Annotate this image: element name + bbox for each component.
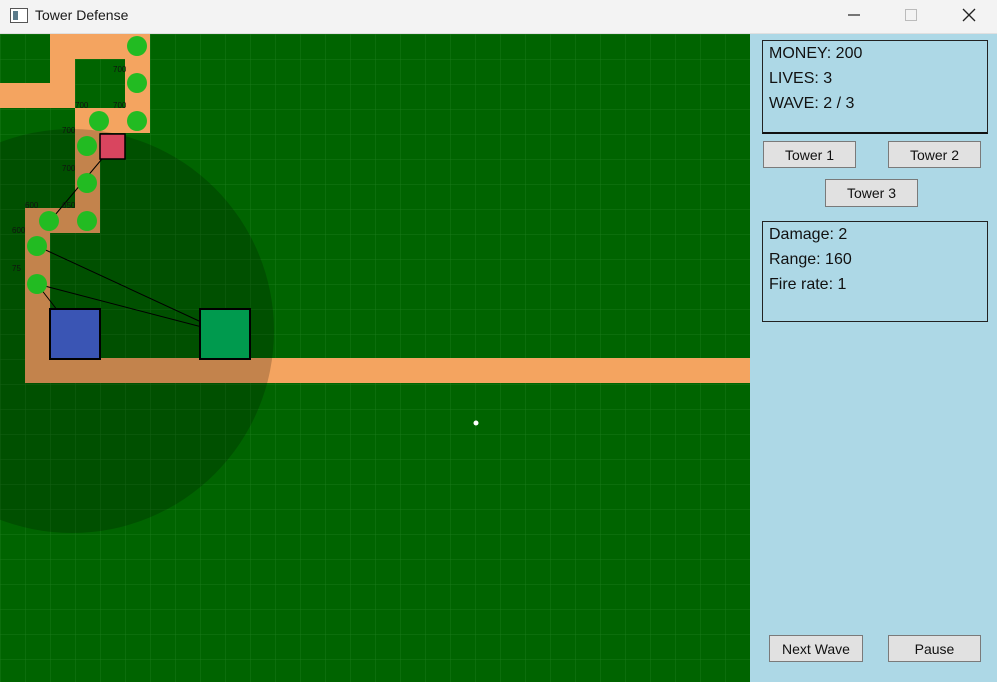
tower-red[interactable] xyxy=(99,133,126,160)
hp-label: 700 xyxy=(62,126,76,135)
enemy xyxy=(39,211,59,231)
enemy xyxy=(77,211,97,231)
hp-label: 700 xyxy=(113,65,127,74)
app-icon xyxy=(10,8,28,23)
enemy xyxy=(127,36,147,56)
stats-box: MONEY: 200 LIVES: 3 WAVE: 2 / 3 xyxy=(762,40,988,134)
next-wave-button[interactable]: Next Wave xyxy=(769,635,863,662)
hp-label: 700 xyxy=(62,164,76,173)
pause-button[interactable]: Pause xyxy=(888,635,981,662)
minimize-icon[interactable] xyxy=(831,0,877,32)
window-title: Tower Defense xyxy=(35,7,129,23)
tower-info-box: Damage: 2 Range: 160 Fire rate: 1 xyxy=(762,221,988,322)
hp-label: 600 xyxy=(12,226,26,235)
damage-label: Damage: 2 xyxy=(769,226,848,243)
range-label: Range: 160 xyxy=(769,251,852,268)
fire-rate-label: Fire rate: 1 xyxy=(769,276,847,293)
title-bar: Tower Defense xyxy=(0,0,997,34)
close-icon[interactable] xyxy=(946,0,992,32)
hp-label: 700 xyxy=(113,101,127,110)
enemy xyxy=(77,136,97,156)
cursor-dot xyxy=(473,420,479,426)
hp-label: 700 xyxy=(75,101,89,110)
enemy xyxy=(127,111,147,131)
wave-label: WAVE: 2 / 3 xyxy=(769,95,855,112)
tower-2-button[interactable]: Tower 2 xyxy=(888,141,981,168)
enemy xyxy=(89,111,109,131)
enemy xyxy=(127,73,147,93)
tower-3-button[interactable]: Tower 3 xyxy=(825,179,918,207)
game-board[interactable]: 700 700 700 700 700 600 650 600 75 xyxy=(0,34,750,682)
game-canvas[interactable]: 700 700 700 700 700 600 650 600 75 xyxy=(0,34,750,682)
tower-green[interactable] xyxy=(199,308,251,360)
maximize-icon[interactable] xyxy=(888,0,934,32)
enemy xyxy=(77,173,97,193)
enemy xyxy=(27,236,47,256)
hp-label: 650 xyxy=(62,201,76,210)
lives-label: LIVES: 3 xyxy=(769,70,833,87)
money-label: MONEY: 200 xyxy=(769,45,863,62)
hp-label: 75 xyxy=(12,264,21,273)
tower-blue[interactable] xyxy=(49,308,101,360)
tower-1-button[interactable]: Tower 1 xyxy=(763,141,856,168)
side-panel: MONEY: 200 LIVES: 3 WAVE: 2 / 3 Tower 1 … xyxy=(750,34,997,682)
enemy xyxy=(27,274,47,294)
hp-label: 600 xyxy=(25,201,39,210)
